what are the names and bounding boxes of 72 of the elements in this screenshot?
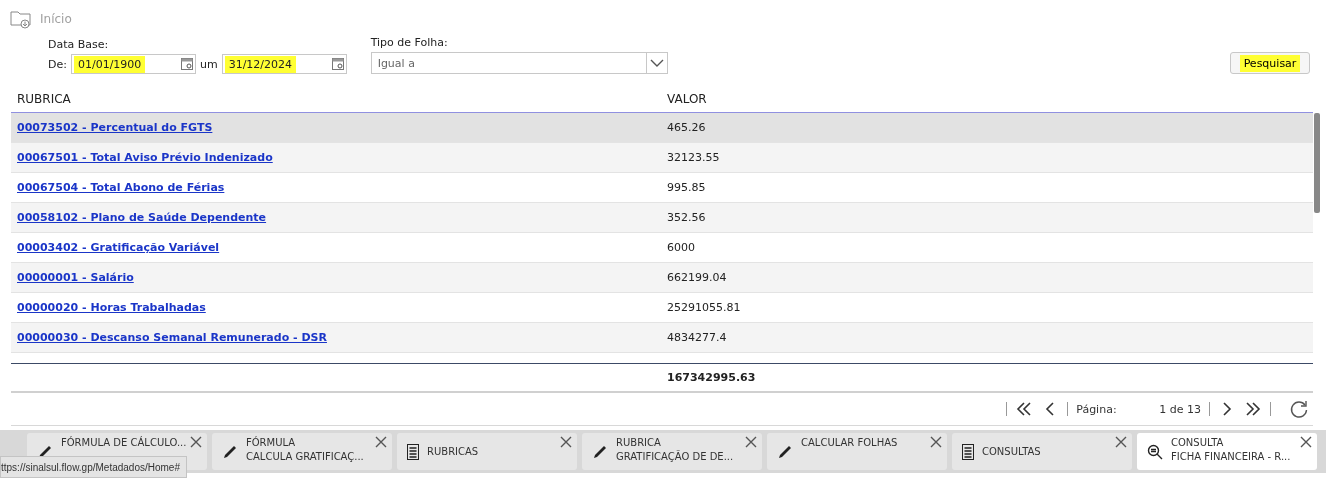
close-icon[interactable] [560, 436, 572, 448]
field-label: De: [48, 57, 67, 71]
scrollbar-thumb[interactable] [1314, 113, 1320, 213]
date-field[interactable]: 31/12/2024 [221, 54, 347, 74]
list-icon [962, 443, 974, 460]
type-dropdown[interactable]: Igual a [370, 52, 668, 74]
table-row[interactable]: 00058102 - Plano de Saúde Dependente 352.56 [11, 203, 1313, 233]
table-row[interactable]: 00000030 - Descanso Semanal Remunerado - DSR 4834277.4 [11, 323, 1313, 353]
date-field[interactable]: 01/01/1900 [70, 54, 196, 74]
close-icon[interactable] [375, 436, 387, 448]
rubrica-link[interactable]: 00000001 - Salário [11, 271, 134, 284]
page-indicator: 1 de 13 [1159, 402, 1201, 416]
field-label: Tipo de Folha: [370, 36, 449, 49]
table-cell-text: 32123.55 [666, 151, 721, 164]
pencil-icon [222, 443, 238, 460]
close-icon[interactable] [930, 436, 942, 448]
tab-title: RUBRICA [616, 437, 662, 448]
table-cell-text: 6000 [666, 241, 696, 254]
rubrica-link[interactable]: 00000030 - Descanso Semanal Remunerado - DSR [11, 331, 327, 344]
rubrica-link[interactable]: 00067504 - Total Abono de Férias [11, 181, 225, 194]
refresh-icon[interactable] [1289, 399, 1309, 419]
last-page-icon[interactable] [1244, 400, 1262, 418]
tab-title: CALCULA GRATIFICAÇ... [246, 451, 364, 462]
pencil-icon [592, 443, 608, 460]
rubrica-link[interactable]: 00067501 - Total Aviso Prévio Indenizado [11, 151, 273, 164]
search-icon [1147, 443, 1163, 460]
tab-title: FÓRMULA [246, 437, 297, 448]
close-icon[interactable] [1115, 436, 1127, 448]
close-icon[interactable] [1300, 436, 1312, 448]
column-header: VALOR [666, 92, 708, 106]
tab-title: CONSULTA [1171, 437, 1225, 448]
search-button[interactable]: Pesquisar [1230, 52, 1310, 74]
rubrica-link[interactable]: 00003402 - Gratificação Variável [11, 241, 220, 254]
document-tab[interactable]: FÓRMULA CALCULA GRATIFICAÇ... [212, 433, 392, 470]
list-icon [407, 443, 419, 460]
table-cell-text: 995.85 [666, 181, 707, 194]
tab-title: GRATIFICAÇÃO DE DE... [616, 451, 734, 462]
rubrica-link[interactable]: 00073502 - Percentual do FGTS [11, 121, 213, 134]
url-tooltip: ttps://sinalsul.flow.gp/Metadados/Home# [0, 456, 187, 478]
folder-icon[interactable] [10, 9, 32, 29]
tab-title: FICHA FINANCEIRA - R... [1171, 451, 1291, 462]
table-cell-text: 662199.04 [666, 271, 728, 284]
document-tab[interactable]: RUBRICAS [397, 433, 577, 470]
total-value: 167342995.63 [666, 371, 757, 384]
pencil-icon [777, 443, 793, 460]
table-row[interactable]: 00067501 - Total Aviso Prévio Indenizado 32123.55 [11, 143, 1313, 173]
chevron-down-icon [649, 59, 664, 67]
calendar-icon[interactable] [331, 58, 344, 70]
tab-title: RUBRICAS [427, 446, 479, 457]
tab-title: FÓRMULA DE CÁLCULO... [61, 437, 187, 448]
column-header: RUBRICA [16, 92, 72, 106]
table-cell-text: 4834277.4 [666, 331, 728, 344]
calendar-icon[interactable] [180, 58, 193, 70]
rubrica-link[interactable]: 00058102 - Plano de Saúde Dependente [11, 211, 267, 224]
close-icon[interactable] [190, 436, 202, 448]
table-row[interactable]: 00073502 - Percentual do FGTS 465.26 [11, 113, 1313, 143]
field-label: Data Base: [48, 38, 110, 51]
document-tab[interactable]: CONSULTA FICHA FINANCEIRA - R... [1137, 433, 1317, 470]
table-row[interactable]: 00000001 - Salário 662199.04 [11, 263, 1313, 293]
table-cell-text: 352.56 [666, 211, 707, 224]
document-tab[interactable]: RUBRICA GRATIFICAÇÃO DE DE... [582, 433, 762, 470]
document-tab[interactable]: CALCULAR FOLHAS [767, 433, 947, 470]
table-cell-text: 25291055.81 [666, 301, 742, 314]
rubrica-link[interactable]: 00000020 - Horas Trabalhadas [11, 301, 206, 314]
first-page-icon[interactable] [1015, 400, 1034, 418]
tab-title: CONSULTAS [982, 446, 1041, 457]
tab-title: CALCULAR FOLHAS [801, 437, 898, 448]
close-icon[interactable] [745, 436, 757, 448]
table-cell-text: 465.26 [666, 121, 707, 134]
document-tab[interactable]: CONSULTAS [952, 433, 1132, 470]
field-label: um [199, 57, 218, 71]
page-label: Página: [1076, 402, 1118, 416]
